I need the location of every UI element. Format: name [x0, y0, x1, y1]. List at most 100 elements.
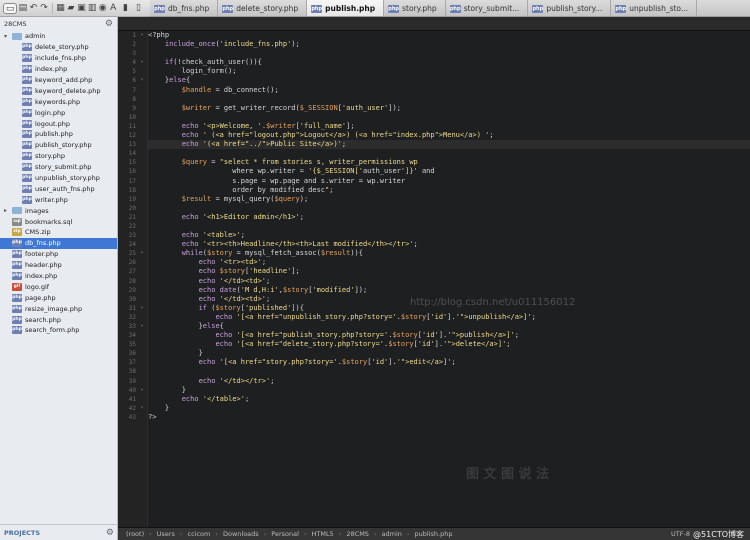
code-line[interactable]: 28 echo '</td><td>'; — [129, 277, 750, 286]
tree-folder[interactable]: ▸ images — [0, 205, 117, 216]
code-line[interactable]: 33 ▾ }else{ — [129, 322, 750, 331]
projects-label[interactable]: PROJECTS — [4, 529, 40, 537]
code-line[interactable]: 39 echo '</td></tr>'; — [129, 377, 750, 386]
tab-delete-story-php[interactable]: php delete_story.php — [218, 0, 308, 16]
breadcrumb-item[interactable]: 28CMS — [346, 530, 369, 538]
tree-file[interactable]: php page.php — [0, 292, 117, 303]
sidebar-toggle-icon[interactable]: ▭ — [3, 2, 18, 14]
disclosure-triangle-icon[interactable]: ▸ — [2, 207, 9, 214]
code-line[interactable]: 15 $query = "select * from stories s, wr… — [129, 158, 750, 167]
code-line[interactable]: 5 login_form(); — [132, 67, 750, 76]
tab-publish-php[interactable]: php publish.php — [307, 0, 385, 16]
code-line[interactable]: 1 ▾ <?php — [132, 31, 750, 40]
tab-db-fns-php[interactable]: php db_fns.php — [150, 0, 219, 16]
tree-file[interactable]: gif logo.gif — [0, 281, 117, 292]
breadcrumb-item[interactable]: (root) — [126, 530, 144, 538]
tab-story-submit[interactable]: php story_submit... — [446, 0, 529, 16]
code-line[interactable]: 43 ?> — [129, 413, 750, 422]
code-line[interactable]: 12 echo ' (<a href="logout.php">Logout</… — [129, 131, 750, 140]
code-line[interactable]: 24 echo '<tr><th>Headline</th><th>Last m… — [129, 240, 750, 249]
fold-toggle-icon[interactable]: ▾ — [138, 249, 146, 258]
project-name[interactable]: 28CMS — [4, 20, 27, 28]
code-line[interactable]: 37 echo '[<a href="story.php?story='.$st… — [129, 358, 750, 367]
code-line[interactable]: 8 — [132, 95, 750, 104]
code-line[interactable]: 14 — [129, 149, 750, 158]
tree-file[interactable]: php keyword_delete.php — [0, 85, 117, 96]
code-line[interactable]: 41 echo '</table>'; — [129, 395, 750, 404]
code-line[interactable]: 17 s.page = wp.page and s.writer = wp.wr… — [129, 177, 750, 186]
code-area[interactable]: 1 ▾ <?php 2 include_once('include_fns.php')… — [129, 31, 750, 422]
tree-file[interactable]: php user_auth_fns.php — [0, 183, 117, 194]
breadcrumb-item[interactable]: Personal — [271, 530, 299, 538]
tree-file[interactable]: php delete_story.php — [0, 42, 117, 53]
annotate-icon[interactable]: A — [108, 3, 118, 14]
code-line[interactable]: 36 } — [129, 349, 750, 358]
code-line[interactable]: 34 echo '[<a href="publish_story.php?sto… — [129, 331, 750, 340]
new-file-icon[interactable]: ▤ — [18, 3, 28, 14]
gear-icon[interactable]: ⚙ — [105, 19, 113, 29]
code-line[interactable]: 25 ▾ while($story = mysql_fetch_assoc($re… — [129, 249, 750, 258]
fold-toggle-icon[interactable]: ▾ — [138, 322, 146, 331]
tab-publish-story[interactable]: php publish_story... — [528, 0, 612, 16]
tree-file[interactable]: zip CMS.zip — [0, 227, 117, 238]
browser-icon[interactable]: ◉ — [98, 3, 108, 14]
fold-toggle-icon[interactable]: ▾ — [138, 404, 146, 413]
tree-file[interactable]: php include_fns.php — [0, 53, 117, 64]
tab-unpublish-sto[interactable]: php unpublish_sto... — [611, 0, 698, 16]
tree-file[interactable]: php resize_image.php — [0, 303, 117, 314]
tree-file[interactable]: php logout.php — [0, 118, 117, 129]
tree-file[interactable]: php story_submit.php — [0, 162, 117, 173]
tree-file[interactable]: php footer.php — [0, 249, 117, 260]
breadcrumb-item[interactable]: Downloads — [223, 530, 259, 538]
code-line[interactable]: 21 echo '<h1>Editor admin</h1>'; — [129, 213, 750, 222]
tree-folder[interactable]: ▾ admin — [0, 31, 117, 42]
tree-file[interactable]: php publish_story.php — [0, 140, 117, 151]
code-line[interactable]: 27 echo $story['headline']; — [129, 267, 750, 276]
code-line[interactable]: 26 echo '<tr><td>'; — [129, 258, 750, 267]
tree-file[interactable]: php header.php — [0, 260, 117, 271]
tree-file[interactable]: php writer.php — [0, 194, 117, 205]
tree-file[interactable]: php login.php — [0, 107, 117, 118]
breadcrumb-item[interactable]: HTML5 — [312, 530, 334, 538]
breadcrumb-item[interactable]: ccicom — [188, 530, 211, 538]
code-line[interactable]: 2 include_once('include_fns.php'); — [132, 40, 750, 49]
code-line[interactable]: 4 ▾ if(!check_auth_user()){ — [132, 58, 750, 67]
code-line[interactable]: 10 — [129, 113, 750, 122]
tree-file[interactable]: php db_fns.php — [0, 237, 117, 249]
code-line[interactable]: 11 echo '<p>Welcome, '.$writer['full_nam… — [129, 122, 750, 131]
code-line[interactable]: 16 where wp.writer = '{$_SESSION['auth_u… — [129, 167, 750, 176]
forward-icon[interactable]: ↷ — [39, 3, 49, 14]
fold-toggle-icon[interactable]: ▾ — [138, 386, 146, 395]
code-line[interactable]: 13 echo '(<a href="../">Public Site</a>)… — [129, 140, 750, 150]
breadcrumb-item[interactable]: admin — [382, 530, 402, 538]
tab-story-php[interactable]: php story.php — [384, 0, 446, 16]
code-line[interactable]: 42 ▾ } — [129, 404, 750, 413]
code-line[interactable]: 6 ▾ }else{ — [132, 76, 750, 85]
code-line[interactable]: 38 — [129, 367, 750, 376]
gear-icon[interactable]: ⚙ — [106, 528, 114, 538]
tree-file[interactable]: sql bookmarks.sql — [0, 216, 117, 227]
folder-icon[interactable]: ▰ — [66, 3, 76, 14]
tree-file[interactable]: php unpublish_story.php — [0, 173, 117, 184]
back-icon[interactable]: ↶ — [29, 3, 39, 14]
new-window-icon[interactable]: ▥ — [87, 3, 97, 14]
code-line[interactable]: 3 — [132, 49, 750, 58]
code-line[interactable]: 22 — [129, 222, 750, 231]
code-line[interactable]: 23 echo '<table>'; — [129, 231, 750, 240]
encoding-label[interactable]: UTF-8 — [671, 530, 690, 538]
code-line[interactable]: 19 $result = mysql_query($query); — [129, 195, 750, 204]
fold-toggle-icon[interactable]: ▾ — [138, 31, 146, 40]
tree-file[interactable]: php keywords.php — [0, 96, 117, 107]
save-icon[interactable]: ▣ — [77, 3, 87, 14]
tree-file[interactable]: php story.php — [0, 151, 117, 162]
fold-toggle-icon[interactable]: ▾ — [138, 58, 146, 67]
code-line[interactable]: 35 echo '[<a href="delete_story.php?stor… — [129, 340, 750, 349]
fold-toggle-icon[interactable]: ▾ — [138, 76, 146, 85]
code-line[interactable]: 32 echo '[<a href="unpublish_story.php?s… — [129, 313, 750, 322]
code-line[interactable]: 29 echo date('M d,H:i',$story['modified'… — [129, 286, 750, 295]
code-line[interactable]: 20 — [129, 204, 750, 213]
code-line[interactable]: 7 $handle = db_connect(); — [132, 86, 750, 95]
tree-file[interactable]: php publish.php — [0, 129, 117, 140]
breadcrumb-item[interactable]: Users — [157, 530, 175, 538]
fold-toggle-icon[interactable]: ▾ — [138, 304, 146, 313]
